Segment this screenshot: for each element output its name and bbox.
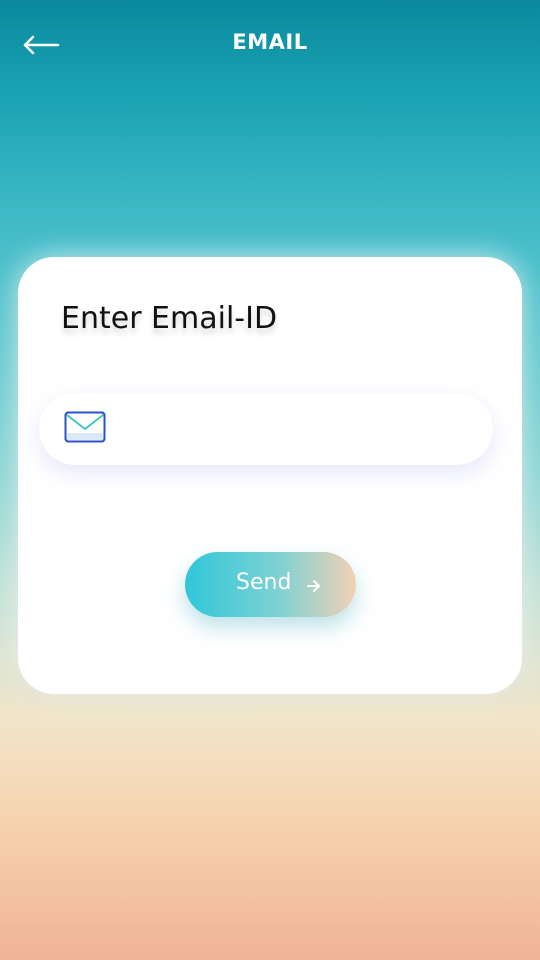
send-button-label: Send: [236, 570, 292, 595]
app-header: EMAIL: [0, 0, 540, 90]
mail-icon: [64, 411, 106, 443]
send-button[interactable]: Send: [185, 552, 356, 617]
arrow-right-icon: [307, 580, 320, 592]
email-field[interactable]: [39, 393, 493, 465]
card-heading: Enter Email-ID: [61, 301, 278, 336]
email-card: Enter Email-ID Send: [18, 257, 522, 694]
page-title: EMAIL: [232, 30, 308, 54]
email-input[interactable]: [121, 407, 475, 453]
